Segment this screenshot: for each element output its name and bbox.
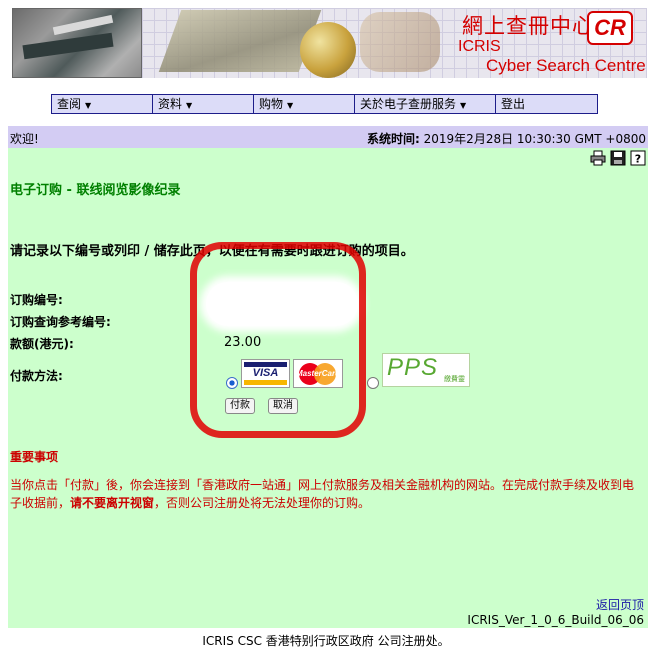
keyboard-image [158, 10, 322, 72]
mastercard-logo: MasterCard [293, 359, 343, 388]
harbour-photo [12, 8, 142, 78]
header-banner: 網上查冊中心 ICRIS Cyber Search Centre CR [0, 0, 652, 84]
payment-method-label: 付款方法: [10, 369, 63, 383]
chevron-down-icon: ▼ [460, 101, 467, 110]
nav-item-search[interactable]: 查阅 ▼ [52, 95, 153, 113]
redacted-order-numbers [206, 282, 358, 326]
pps-logo-subtext: 繳費靈 [444, 375, 465, 383]
pps-payment-radio[interactable] [367, 377, 379, 389]
nav-item-label: 登出 [501, 97, 526, 111]
nav-item-about[interactable]: 关於电子查册服务 ▼ [355, 95, 496, 113]
globe-image [300, 22, 356, 78]
cancel-button[interactable]: 取消 [268, 398, 298, 414]
version-text: ICRIS_Ver_1_0_6_Build_06_06 [467, 613, 644, 627]
notice-body: 当你点击「付款」後，你会连接到「香港政府一站通」网上付款服务及相关金融机构的网站… [10, 476, 642, 512]
order-number-label: 订购编号: [10, 293, 63, 307]
nav-item-shopping[interactable]: 购物 ▼ [254, 95, 355, 113]
amount-label: 款额(港元): [10, 337, 74, 351]
page-title: 电子订购 - 联线阅览影像纪录 [10, 183, 181, 198]
visa-logo-text: VISA [252, 367, 279, 379]
order-reference-label: 订购查询参考编号: [10, 315, 111, 329]
nav-item-logout[interactable]: 登出 [496, 95, 597, 113]
chevron-down-icon: ▼ [186, 101, 193, 110]
svg-text:?: ? [635, 153, 641, 166]
notice-text-2: ，否则公司注册处将无法处理你的订购。 [154, 496, 371, 510]
pay-button[interactable]: 付款 [225, 398, 255, 414]
help-icon[interactable]: ? [630, 150, 646, 166]
status-bar: 欢迎! 系统时间: 2019年2月28日 10:30:30 GMT +0800 [8, 126, 648, 148]
welcome-text: 欢迎! [10, 132, 39, 146]
back-to-top-link[interactable]: 返回页顶 [596, 596, 644, 613]
chevron-down-icon: ▼ [287, 101, 294, 110]
mastercard-logo-text: MasterCard [295, 369, 340, 378]
nav-item-label: 资料 [158, 97, 183, 111]
card-payment-radio[interactable] [226, 377, 238, 389]
banner-title-icris: ICRIS [458, 38, 501, 55]
notice-title: 重要事项 [10, 450, 59, 464]
main-nav: 查阅 ▼ 资料 ▼ 购物 ▼ 关於电子查册服务 ▼ 登出 [51, 94, 598, 114]
page-tools: ? [590, 150, 646, 166]
instruction-text: 请记录以下编号或列印 / 储存此页，以便在有需要时跟进订购的项目。 [10, 244, 414, 259]
printer-icon[interactable] [590, 150, 606, 166]
system-time-label: 系统时间: [367, 132, 420, 146]
notice-text-bold: 请不要离开视窗 [70, 496, 155, 510]
footer-copyright: ICRIS CSC 香港特别行政区政府 公司注册处。 [202, 634, 450, 648]
nav-item-info[interactable]: 资料 ▼ [153, 95, 254, 113]
hands-image [360, 12, 440, 72]
main-content: ? 电子订购 - 联线阅览影像纪录 请记录以下编号或列印 / 储存此页，以便在有… [8, 148, 648, 628]
save-icon[interactable] [610, 150, 626, 166]
banner-title-chinese: 網上查冊中心 [462, 14, 594, 38]
system-time: 系统时间: 2019年2月28日 10:30:30 GMT +0800 [367, 130, 646, 147]
chevron-down-icon: ▼ [85, 101, 92, 110]
nav-item-label: 关於电子查册服务 [360, 97, 457, 111]
banner-title-cyber-search: Cyber Search Centre [486, 56, 646, 75]
pps-logo-text: PPS [387, 354, 439, 381]
visa-logo: VISA [241, 359, 290, 388]
cr-logo: CR [587, 11, 633, 45]
nav-item-label: 购物 [259, 97, 284, 111]
pps-logo: PPS 繳費靈 [382, 353, 470, 387]
system-time-value: 2019年2月28日 10:30:30 GMT +0800 [423, 132, 646, 146]
amount-value: 23.00 [224, 335, 262, 350]
nav-item-label: 查阅 [57, 97, 82, 111]
